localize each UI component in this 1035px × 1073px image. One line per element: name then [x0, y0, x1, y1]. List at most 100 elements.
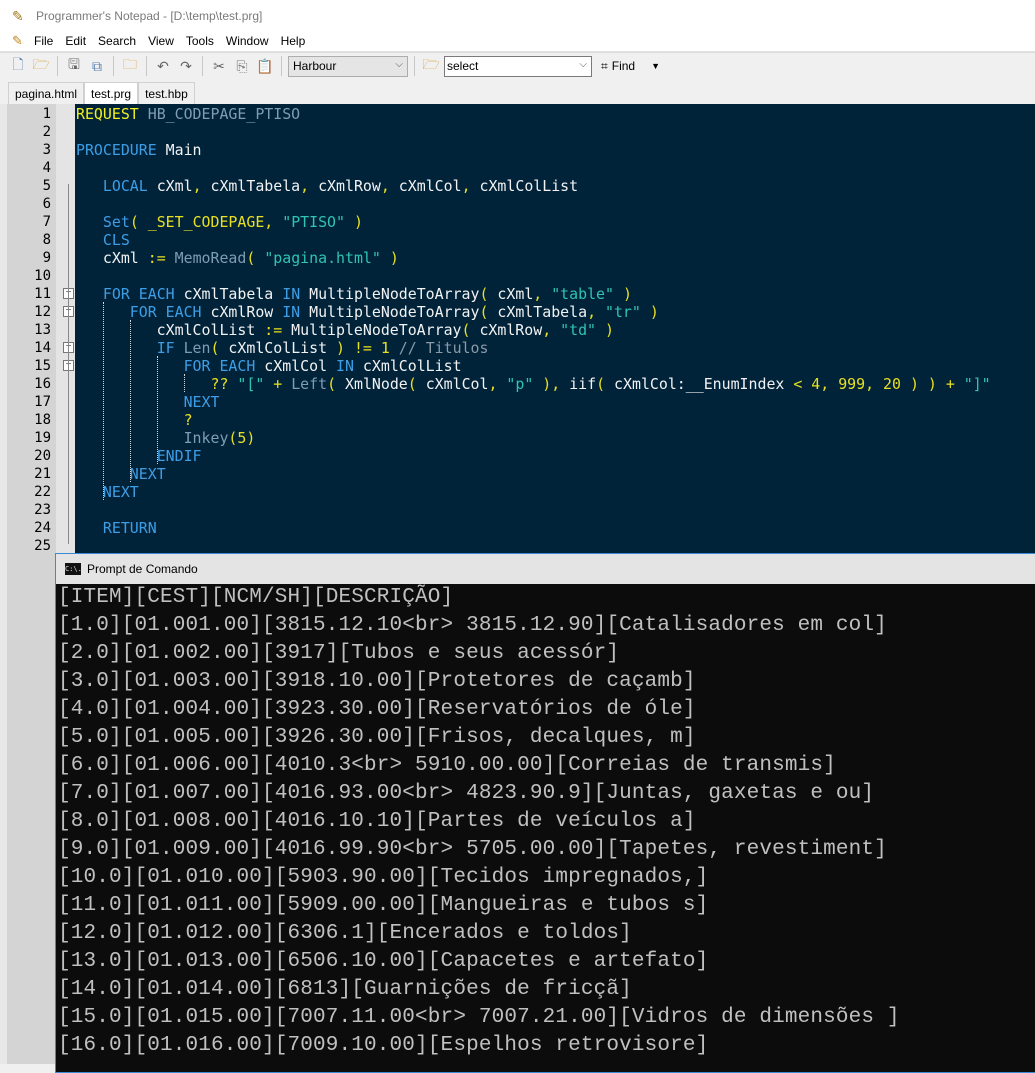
- code-line[interactable]: NEXT: [76, 483, 139, 501]
- menu-help[interactable]: Help: [281, 34, 306, 48]
- cmd-icon: C:\.: [65, 563, 82, 575]
- code-token: ): [336, 339, 345, 357]
- code-token: "td": [560, 321, 597, 339]
- find-button[interactable]: ⌗ Find ▼: [601, 59, 660, 74]
- code-token: NEXT: [129, 465, 166, 483]
- toolbar-separator: [113, 56, 114, 76]
- menu-edit[interactable]: Edit: [65, 34, 86, 48]
- code-line[interactable]: RETURN: [76, 519, 157, 537]
- chevron-down-icon: ⌵: [579, 58, 587, 70]
- menu-window[interactable]: Window: [226, 34, 269, 48]
- code-token: cXmlColList: [353, 357, 462, 375]
- code-token: ,: [533, 285, 543, 303]
- command-prompt-window[interactable]: C:\. Prompt de Comando [ITEM][CEST][NCM/…: [55, 553, 1035, 1073]
- menu-tools[interactable]: Tools: [186, 34, 214, 48]
- line-number: 24: [34, 520, 51, 536]
- tab-test-hbp[interactable]: test.hbp: [138, 82, 195, 104]
- console-line: [3.0][01.003.00][3918.10.00][Protetores …: [58, 670, 696, 693]
- tab-test-prg[interactable]: test.prg: [84, 82, 139, 104]
- code-line[interactable]: FOR EACH cXmlRow IN MultipleNodeToArray(…: [76, 303, 659, 321]
- code-token: "tr": [605, 303, 641, 321]
- redo-icon[interactable]: ↷: [176, 56, 196, 76]
- code-line[interactable]: cXml := MemoRead( "pagina.html" ): [76, 249, 399, 267]
- code-token: :=: [147, 249, 166, 267]
- code-line[interactable]: ?: [76, 411, 193, 429]
- undo-icon[interactable]: ↶: [153, 56, 173, 76]
- project-open-icon[interactable]: 🗀: [120, 56, 140, 76]
- code-token: NEXT: [102, 483, 139, 501]
- code-token: NEXT: [183, 393, 220, 411]
- code-token: cXmlTabela: [201, 177, 301, 195]
- menu-bar: ✎ File Edit Search View Tools Window Hel…: [0, 31, 1035, 52]
- console-line: [5.0][01.005.00][3926.30.00][Frisos, dec…: [58, 726, 696, 749]
- find-input[interactable]: select ⌵: [444, 55, 592, 77]
- line-number: 14: [34, 340, 51, 356]
- code-line[interactable]: LOCAL cXml, cXmlTabela, cXmlRow, cXmlCol…: [76, 177, 578, 195]
- code-token: 1: [380, 339, 390, 357]
- line-number: 22: [34, 484, 51, 500]
- indent-guide: [103, 302, 104, 500]
- code-line[interactable]: Set( _SET_CODEPAGE, "PTISO" ): [76, 213, 363, 231]
- menu-search[interactable]: Search: [98, 34, 136, 48]
- code-token: iif: [560, 375, 597, 393]
- code-token: (: [129, 213, 139, 231]
- code-token: ): [605, 321, 614, 339]
- save-icon[interactable]: 🖫: [64, 56, 84, 76]
- code-token: REQUEST: [76, 105, 139, 123]
- console-line: [9.0][01.009.00][4016.99.90<br> 5705.00.…: [58, 838, 887, 861]
- scheme-select[interactable]: Harbour ⌵: [288, 55, 408, 77]
- code-line[interactable]: PROCEDURE Main: [76, 141, 202, 159]
- new-file-icon[interactable]: 🗋: [8, 56, 28, 76]
- code-token: ,: [192, 177, 202, 195]
- paste-icon[interactable]: 📋: [255, 56, 275, 76]
- menu-view[interactable]: View: [148, 34, 174, 48]
- code-line[interactable]: CLS: [76, 231, 130, 249]
- code-token: ENDIF: [156, 447, 202, 465]
- console-title: Prompt de Comando: [87, 562, 198, 576]
- console-line: [4.0][01.004.00][3923.30.00][Reservatóri…: [58, 698, 696, 721]
- code-line[interactable]: ?? "[" + Left( XmlNode( cXmlCol, "p" ), …: [76, 375, 990, 393]
- tab-label: test.prg: [91, 86, 132, 101]
- save-all-icon[interactable]: ⧉: [87, 56, 107, 76]
- code-line[interactable]: NEXT: [76, 465, 166, 483]
- code-line[interactable]: FOR EACH cXmlCol IN cXmlColList: [76, 357, 462, 375]
- code-token: FOR EACH: [183, 357, 256, 375]
- code-line[interactable]: NEXT: [76, 393, 220, 411]
- tab-pagina-html[interactable]: pagina.html: [8, 82, 85, 104]
- line-number: 6: [42, 196, 51, 212]
- code-line[interactable]: IF Len( cXmlColList ) != 1 // Titulos: [76, 339, 489, 357]
- line-number: 25: [34, 538, 51, 554]
- copy-icon[interactable]: ⎘: [232, 56, 252, 76]
- cut-icon[interactable]: ✂: [209, 56, 229, 76]
- code-token: IF: [156, 339, 175, 357]
- console-title-bar[interactable]: C:\. Prompt de Comando: [56, 554, 1035, 584]
- code-token: ): [246, 429, 256, 447]
- line-number: 9: [42, 250, 51, 266]
- code-token: _SET_CODEPAGE: [147, 213, 265, 231]
- code-token: ,: [380, 177, 390, 195]
- code-line[interactable]: REQUEST HB_CODEPAGE_PTISO: [76, 105, 300, 123]
- code-token: cXmlRow: [309, 177, 381, 195]
- dropdown-arrow-icon[interactable]: ▼: [651, 61, 660, 71]
- open-file-icon[interactable]: 🗁: [31, 56, 51, 76]
- code-token: 4: [811, 375, 821, 393]
- menu-file[interactable]: File: [34, 34, 53, 48]
- code-line[interactable]: FOR EACH cXmlTabela IN MultipleNodeToArr…: [76, 285, 632, 303]
- line-number: 7: [42, 214, 51, 230]
- find-in-files-icon[interactable]: 🗁: [421, 56, 441, 76]
- code-token: 999: [838, 375, 866, 393]
- console-line: [8.0][01.008.00][4016.10.10][Partes de v…: [58, 810, 696, 833]
- code-line[interactable]: ENDIF: [76, 447, 202, 465]
- code-line[interactable]: cXmlColList := MultipleNodeToArray( cXml…: [76, 321, 614, 339]
- console-line: [1.0][01.001.00][3815.12.10<br> 3815.12.…: [58, 614, 887, 637]
